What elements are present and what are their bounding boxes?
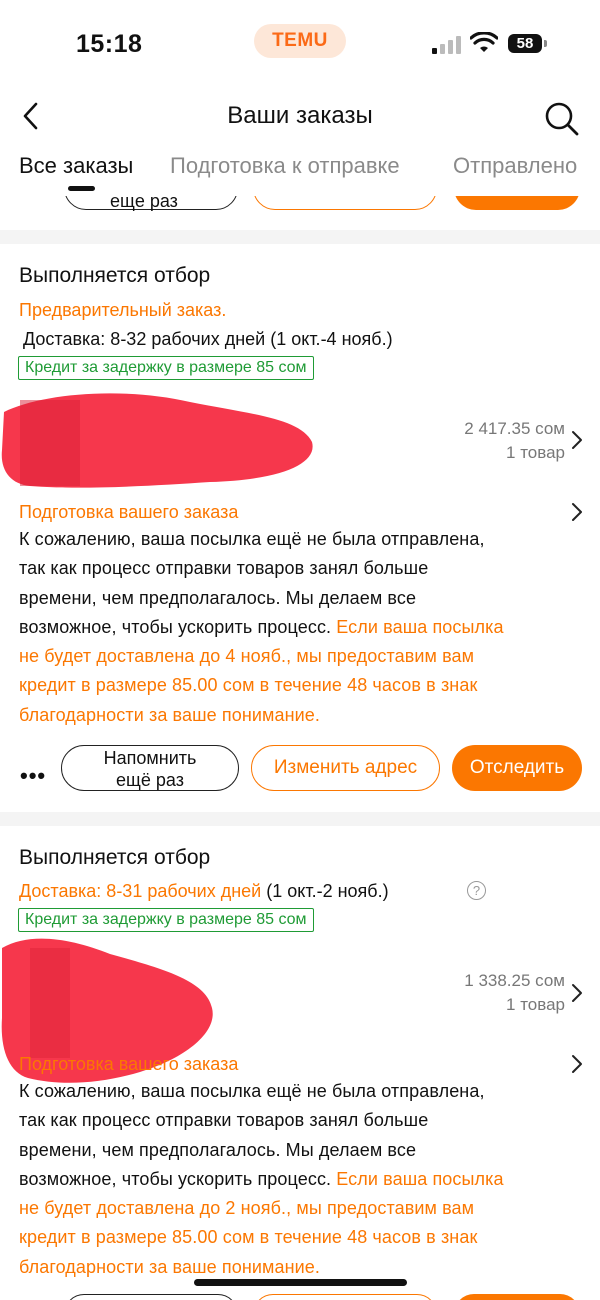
message-highlight-line: кредит в размере 85.00 сом в течение 48 … [19,1227,478,1248]
chevron-right-icon[interactable] [570,430,584,450]
remind-button-label: ещё раз [110,196,178,211]
message-text: возможное, чтобы ускорить процесс. [19,616,332,637]
tab-active-indicator [68,186,95,191]
chevron-right-icon[interactable] [570,502,584,522]
chevron-right-icon[interactable] [570,1054,584,1074]
message-highlight-line: благодарности за ваше понимание. [19,1256,321,1277]
delay-message: К сожалению, ваша посылка ещё не была от… [19,1077,589,1282]
message-line: возможное, чтобы ускорить процесс. Если … [19,1165,589,1194]
delivery-range: Доставка: 8-31 рабочих дней [19,881,262,901]
message-line: времени, чем предполагалось. Мы делаем в… [19,587,417,608]
search-icon[interactable] [541,98,581,138]
section-divider [0,230,600,244]
status-time: 15:18 [76,30,143,58]
delivery-estimate: Доставка: 8-31 рабочих дней (1 окт.-2 но… [19,881,389,902]
delay-credit-badge: Кредит за задержку в размере 85 сом [18,356,314,380]
battery-tip [544,40,547,47]
remind-button-partial[interactable] [64,1294,238,1300]
message-line: так как процесс отправки товаров занял б… [19,1110,429,1131]
prep-title[interactable]: Подготовка вашего заказа [19,1054,238,1075]
redacted-product-image[interactable] [0,390,320,490]
more-options-button[interactable]: ••• [20,763,46,789]
message-highlight-line: благодарности за ваше понимание. [19,704,321,725]
remind-label-line1: Напомнить [103,748,197,768]
delay-message: К сожалению, ваша посылка ещё не была от… [19,525,589,730]
message-highlight-line: не будет доставлена до 2 нояб., мы предо… [19,1198,475,1219]
message-highlight-line: кредит в размере 85.00 сом в течение 48 … [19,675,478,696]
tab-shipped[interactable]: Отправлено [453,153,577,179]
preorder-label: Предварительный заказ. [19,300,227,320]
cellular-signal-icon [432,36,461,54]
next-actions-partial [0,1294,600,1300]
order-status: Выполняется отбор [19,264,211,287]
status-bar: 15:18 TEMU 58 [0,0,600,88]
chevron-right-icon[interactable] [570,983,584,1003]
delivery-estimate: Доставка: 8-32 рабочих дней (1 окт.-4 но… [23,329,393,349]
help-icon[interactable]: ? [467,881,486,900]
change-address-button-partial[interactable] [253,1294,437,1300]
tab-preparing[interactable]: Подготовка к отправке [170,153,400,179]
previous-card-actions: ещё раз [0,196,600,216]
message-line: возможное, чтобы ускорить процесс. Если … [19,613,589,642]
message-highlight-line: не будет доставлена до 4 нояб., мы предо… [19,646,475,667]
item-count: 1 товар [506,995,565,1014]
remind-again-button[interactable]: Напомнить ещё раз [61,745,239,791]
change-address-button[interactable]: Изменить адрес [251,745,440,791]
message-text: возможное, чтобы ускорить процесс. [19,1168,332,1189]
message-line: так как процесс отправки товаров занял б… [19,558,429,579]
message-line: времени, чем предполагалось. Мы делаем в… [19,1139,417,1160]
delivery-dates: (1 окт.-2 нояб.) [266,881,389,901]
message-highlight: Если ваша посылка [336,616,504,637]
change-address-button-partial[interactable] [253,196,437,210]
order-card: Выполняется отбор Предварительный заказ.… [0,244,600,812]
remind-button-partial[interactable]: ещё раз [64,196,238,211]
home-indicator[interactable] [194,1279,407,1286]
section-divider [0,812,600,826]
order-actions: ••• Напомнить ещё раз Изменить адрес Отс… [0,745,600,795]
track-button-partial[interactable] [454,196,580,210]
message-line: К сожалению, ваша посылка ещё не была от… [19,529,485,549]
order-card: Выполняется отбор Доставка: 8-31 рабочих… [0,826,600,1300]
remind-label-line2: ещё раз [116,770,184,790]
battery-icon: 58 [508,34,542,53]
track-button-partial[interactable] [454,1294,580,1300]
item-count: 1 товар [506,443,565,462]
wifi-icon [470,32,498,52]
order-status: Выполняется отбор [19,846,211,869]
prep-title[interactable]: Подготовка вашего заказа [19,502,238,523]
brand-pill: TEMU [254,24,346,58]
page-title: Ваши заказы [227,102,373,129]
order-total: 2 417.35 сом [464,419,565,438]
message-line: К сожалению, ваша посылка ещё не была от… [19,1081,485,1101]
order-total: 1 338.25 сом [464,971,565,990]
track-button[interactable]: Отследить [452,745,582,791]
message-highlight: Если ваша посылка [336,1168,504,1189]
tab-all-orders[interactable]: Все заказы [19,153,133,179]
nav-header: Ваши заказы [0,88,600,148]
